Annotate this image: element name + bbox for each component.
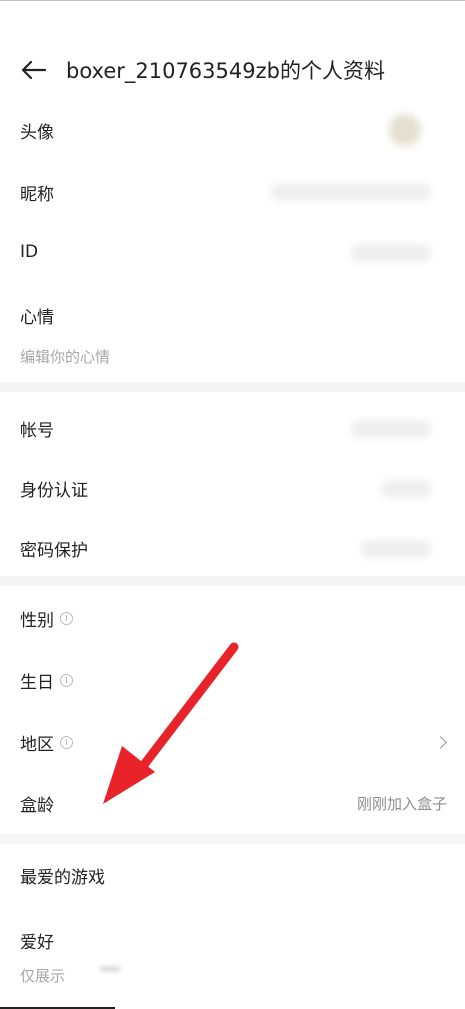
nickname-value-blurred bbox=[271, 183, 431, 201]
back-button[interactable] bbox=[16, 53, 50, 87]
avatar bbox=[389, 114, 421, 146]
row-label: 最爱的游戏 bbox=[20, 867, 105, 888]
row-label: 密码保护 bbox=[20, 540, 88, 561]
row-fav-games[interactable]: 最爱的游戏 bbox=[0, 845, 465, 905]
password-value-blurred bbox=[361, 540, 431, 558]
row-identity[interactable]: 身份认证 bbox=[0, 458, 465, 518]
row-label: 昵称 bbox=[20, 184, 54, 205]
region-label: 地区 bbox=[20, 734, 54, 755]
row-avatar[interactable]: 头像 bbox=[0, 100, 465, 160]
chevron-right-icon bbox=[434, 736, 447, 749]
back-arrow-icon bbox=[21, 60, 46, 80]
row-box-age: 盒龄 刚刚加入盒子 bbox=[0, 773, 465, 833]
box-age-value: 刚刚加入盒子 bbox=[356, 795, 447, 813]
row-id[interactable]: ID bbox=[0, 222, 465, 282]
row-account[interactable]: 帐号 bbox=[0, 398, 465, 458]
row-nickname[interactable]: 昵称 bbox=[0, 162, 465, 222]
row-region[interactable]: 地区 bbox=[0, 712, 465, 772]
birthday-label: 生日 bbox=[20, 672, 54, 693]
account-value-blurred bbox=[351, 420, 431, 438]
row-mood[interactable]: 心情 bbox=[0, 285, 465, 345]
row-label: 头像 bbox=[20, 122, 54, 143]
row-label: 地区 bbox=[20, 730, 73, 755]
section-divider bbox=[0, 834, 465, 844]
page-title: boxer_210763549zb的个人资料 bbox=[66, 59, 385, 83]
profile-page: boxer_210763549zb的个人资料 头像 昵称 ID 心情 编辑你的心… bbox=[0, 0, 465, 1009]
row-label: ID bbox=[20, 242, 39, 262]
hobbies-hint: 仅展示 bbox=[20, 967, 66, 985]
row-birthday[interactable]: 生日 bbox=[0, 650, 465, 710]
section-divider bbox=[0, 576, 465, 586]
section-divider bbox=[0, 382, 465, 392]
id-value-blurred bbox=[351, 244, 431, 262]
top-border bbox=[0, 0, 465, 1]
gender-label: 性别 bbox=[20, 610, 54, 631]
row-hobbies[interactable]: 爱好 bbox=[0, 910, 465, 970]
row-gender[interactable]: 性别 bbox=[0, 588, 465, 648]
hobbies-blurred-content bbox=[100, 966, 120, 972]
mood-placeholder[interactable]: 编辑你的心情 bbox=[20, 346, 110, 367]
info-icon[interactable] bbox=[60, 673, 73, 687]
info-icon[interactable] bbox=[60, 611, 73, 625]
row-label: 爱好 bbox=[20, 932, 54, 953]
row-label: 身份认证 bbox=[20, 480, 88, 501]
header: boxer_210763549zb的个人资料 bbox=[0, 40, 465, 100]
row-label: 盒龄 bbox=[20, 795, 54, 816]
identity-value-blurred bbox=[381, 480, 431, 498]
row-label: 心情 bbox=[20, 307, 54, 328]
row-label: 性别 bbox=[20, 606, 73, 631]
row-password[interactable]: 密码保护 bbox=[0, 518, 465, 578]
row-label: 帐号 bbox=[20, 420, 54, 441]
info-icon[interactable] bbox=[60, 735, 73, 749]
row-label: 生日 bbox=[20, 668, 73, 693]
